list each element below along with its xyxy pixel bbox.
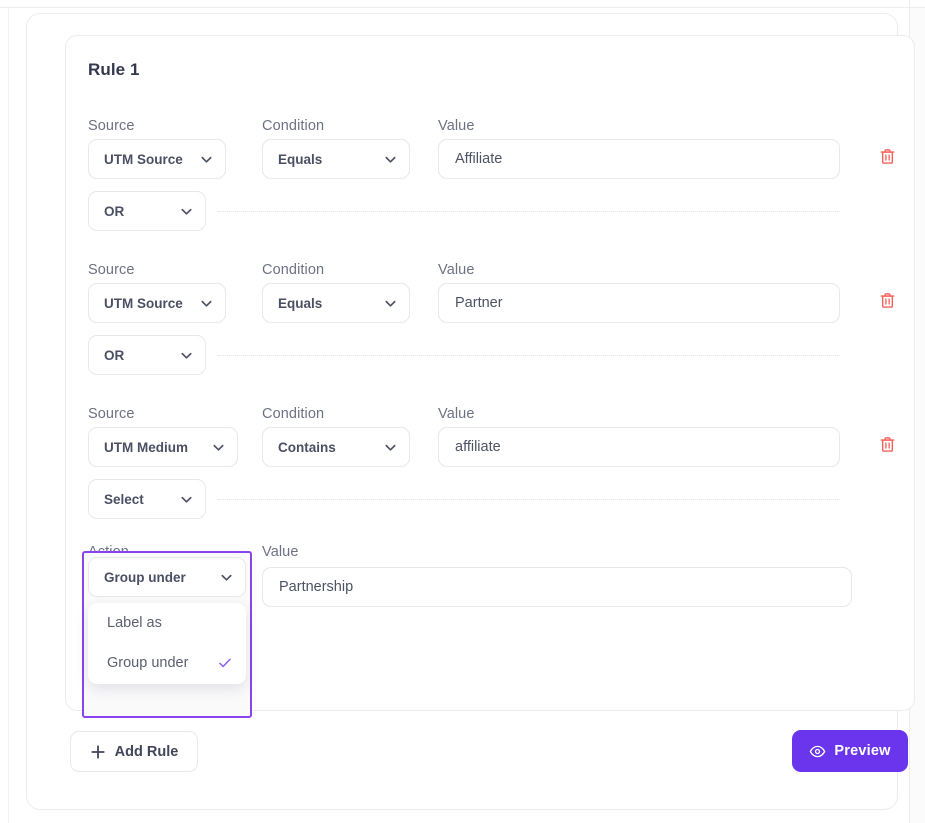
page-title: Rule 1 — [88, 60, 140, 79]
trash-icon — [878, 435, 897, 459]
value-input[interactable]: affiliate — [438, 427, 840, 467]
dropdown-option-group-under[interactable]: Group under — [88, 643, 246, 683]
page-root: Rule 1 Source Condition Value UTM Source… — [0, 0, 925, 823]
value-input[interactable]: Affiliate — [438, 139, 840, 179]
condition-select-value: Contains — [278, 439, 336, 455]
left-divider — [8, 8, 9, 823]
source-select[interactable]: UTM Medium — [88, 427, 238, 467]
source-select[interactable]: UTM Source — [88, 139, 226, 179]
chevron-down-icon — [179, 492, 194, 507]
add-rule-label: Add Rule — [114, 743, 179, 760]
logic-operator-select[interactable]: Select — [88, 479, 206, 519]
connector-dotted-line — [218, 499, 840, 500]
action-dropdown-menu: Label as Group under — [88, 603, 246, 684]
condition-label: Condition — [262, 118, 325, 134]
chevron-down-icon — [179, 204, 194, 219]
action-select[interactable]: Group under — [88, 557, 246, 597]
condition-select[interactable]: Contains — [262, 427, 410, 467]
action-select-value: Group under — [104, 569, 186, 585]
chevron-down-icon — [211, 440, 226, 455]
chevron-down-icon — [383, 296, 398, 311]
source-select[interactable]: UTM Source — [88, 283, 226, 323]
condition-select[interactable]: Equals — [262, 139, 410, 179]
chevron-down-icon — [179, 348, 194, 363]
trash-icon — [878, 291, 897, 315]
preview-label: Preview — [834, 743, 891, 759]
delete-condition-button[interactable] — [874, 434, 900, 460]
delete-condition-button[interactable] — [874, 290, 900, 316]
condition-label: Condition — [262, 406, 325, 422]
chevron-down-icon — [383, 152, 398, 167]
chevron-down-icon — [199, 152, 214, 167]
chevron-down-icon — [383, 440, 398, 455]
source-label: Source — [88, 262, 135, 278]
condition-label: Condition — [262, 262, 325, 278]
source-select-value: UTM Medium — [104, 439, 188, 455]
logic-operator-select[interactable]: OR — [88, 191, 206, 231]
chevron-down-icon — [199, 296, 214, 311]
action-value-label: Value — [262, 544, 299, 560]
connector-dotted-line — [218, 211, 840, 212]
value-label: Value — [438, 118, 475, 134]
value-input[interactable]: Partner — [438, 283, 840, 323]
trash-icon — [878, 147, 897, 171]
delete-condition-button[interactable] — [874, 146, 900, 172]
action-select-dropdown: Group under Label as Group under — [82, 551, 252, 718]
source-label: Source — [88, 406, 135, 422]
dropdown-option-label-as[interactable]: Label as — [88, 603, 246, 643]
preview-button[interactable]: Preview — [792, 730, 908, 772]
source-select-value: UTM Source — [104, 151, 183, 167]
dropdown-option-label: Group under — [107, 655, 189, 671]
logic-operator-select[interactable]: OR — [88, 335, 206, 375]
connector-dotted-line — [218, 355, 840, 356]
top-divider — [0, 7, 925, 8]
add-rule-button[interactable]: Add Rule — [70, 731, 198, 772]
logic-operator-value: OR — [104, 347, 125, 363]
plus-icon — [90, 744, 106, 760]
chevron-down-icon — [219, 570, 234, 585]
logic-operator-value: Select — [104, 491, 144, 507]
rules-panel: Rule 1 Source Condition Value UTM Source… — [26, 13, 915, 810]
condition-select[interactable]: Equals — [262, 283, 410, 323]
condition-select-value: Equals — [278, 151, 323, 167]
check-icon — [218, 656, 232, 670]
action-value-input[interactable]: Partnership — [262, 567, 852, 607]
value-label: Value — [438, 262, 475, 278]
dropdown-option-label: Label as — [107, 615, 162, 631]
source-select-value: UTM Source — [104, 295, 183, 311]
eye-icon — [809, 743, 826, 760]
condition-select-value: Equals — [278, 295, 323, 311]
source-label: Source — [88, 118, 135, 134]
logic-operator-value: OR — [104, 203, 125, 219]
value-label: Value — [438, 406, 475, 422]
